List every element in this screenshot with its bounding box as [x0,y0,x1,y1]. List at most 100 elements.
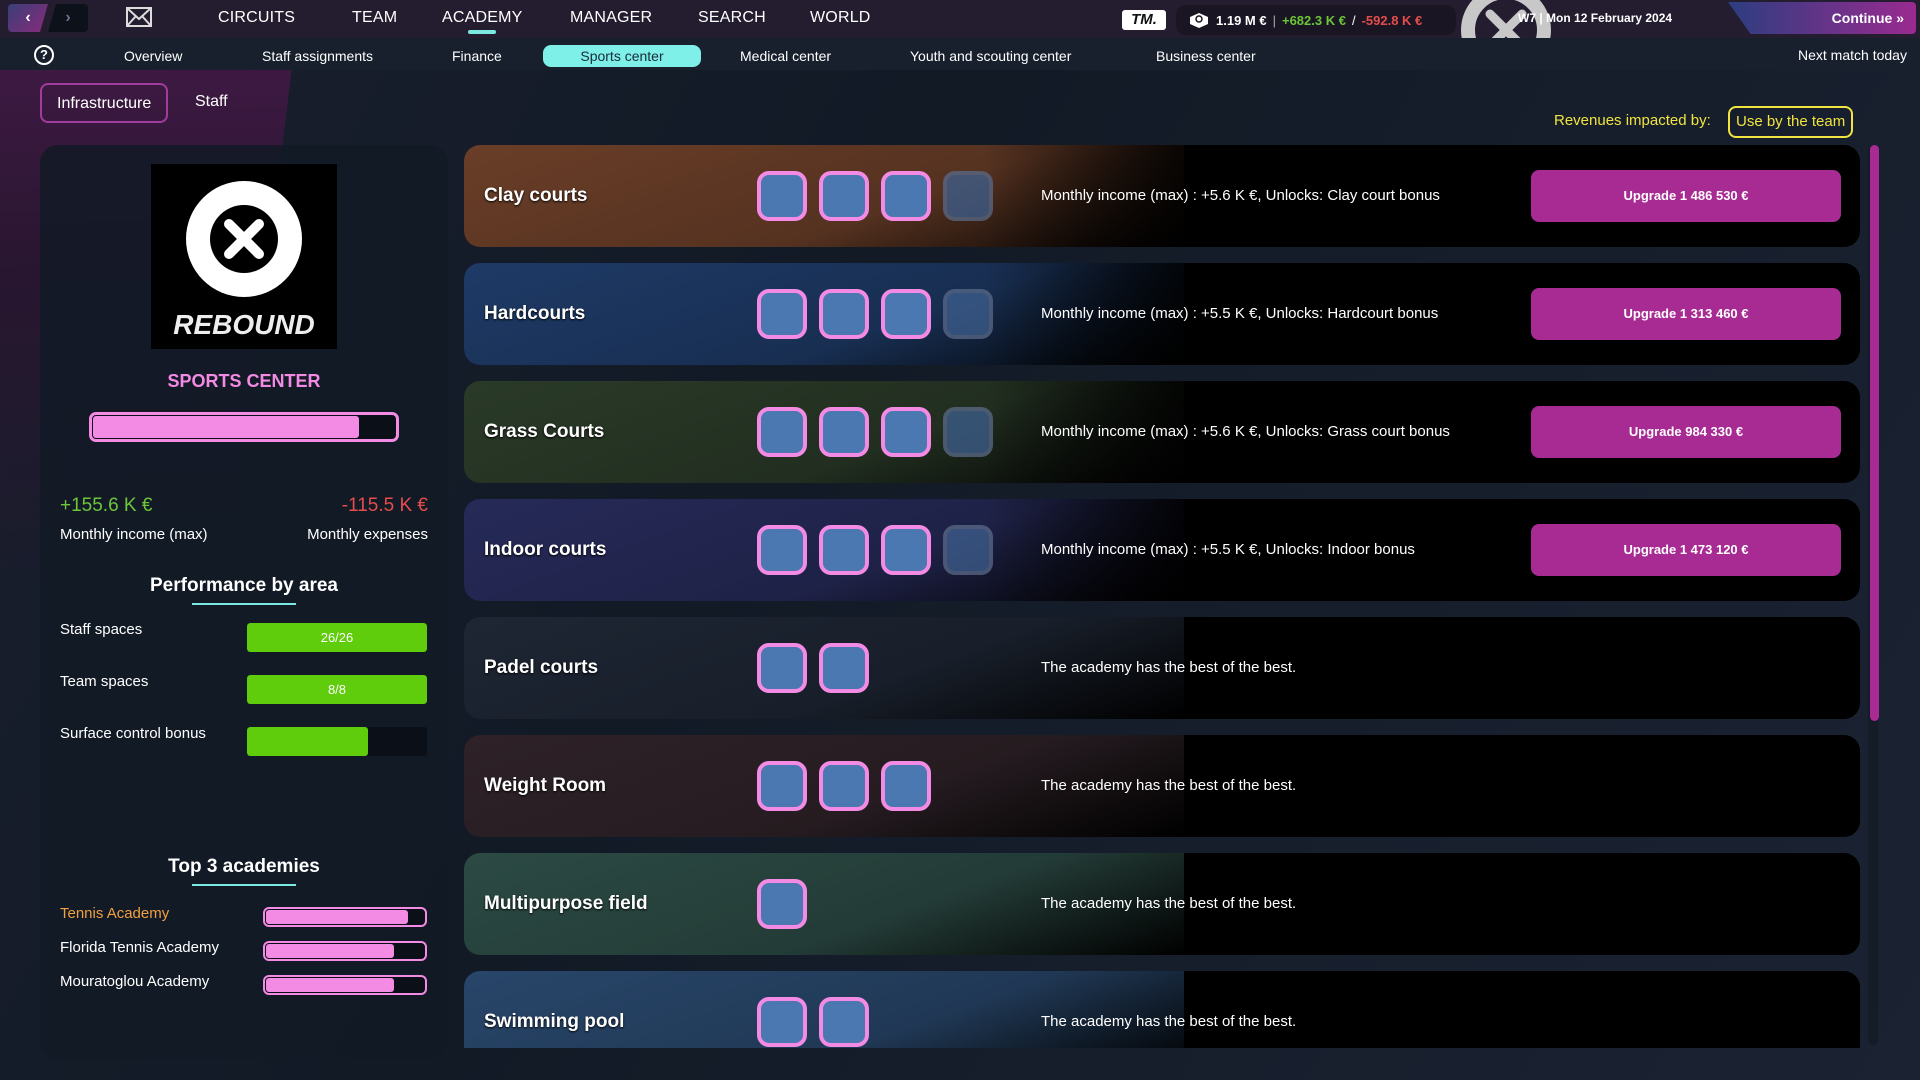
level-slot-empty [943,171,993,221]
monthly-income-value: +155.6 K € [60,495,153,516]
nav-search[interactable]: SEARCH [698,0,766,36]
continue-button[interactable]: Continue » [1728,2,1916,34]
subnav-finance[interactable]: Finance [452,45,502,67]
level-slot-filled [757,643,807,693]
subnav-sports-center[interactable]: Sports center [543,45,701,67]
subnav-business-center[interactable]: Business center [1156,45,1256,67]
facility-row: Swimming pool The academy has the best of… [464,971,1860,1048]
upgrade-button[interactable]: Upgrade 1 313 460 € [1531,288,1841,340]
level-slot-filled [819,525,869,575]
cash-icon [1190,13,1208,28]
level-slot-empty [943,289,993,339]
forward-button[interactable]: › [48,4,88,32]
upgrade-button[interactable]: Upgrade 984 330 € [1531,406,1841,458]
level-slot-filled [819,407,869,457]
academy-rating-bar [263,975,427,995]
academy-rating-fill [266,978,394,992]
academy-rating-bar [263,907,427,927]
mail-icon[interactable] [126,7,152,27]
facility-level-slots [757,643,869,693]
facility-description: Monthly income (max) : +5.6 K €, Unlocks… [1041,423,1450,440]
sports-center-panel: REBOUND SPORTS CENTER +155.6 K € -115.5 … [40,145,448,1059]
game-date: W7 | Mon 12 February 2024 [1518,11,1673,25]
expenses: -592.8 K € [1361,12,1423,28]
nav-world[interactable]: WORLD [810,0,871,36]
level-slot-filled [819,643,869,693]
upgrade-button[interactable]: Upgrade 1 473 120 € [1531,524,1841,576]
academy-rating-bar [263,941,427,961]
facility-description: The academy has the best of the best. [1041,1013,1297,1030]
balance: 1.19 M € [1216,12,1267,28]
nav-academy[interactable]: ACADEMY [442,0,523,36]
history-nav: ‹ › [8,4,88,32]
rebound-logo-icon: REBOUND [173,181,315,340]
facility-level-slots [757,407,993,457]
finance-summary: 1.19 M € | +682.3 K € / -592.8 K € [1176,5,1456,35]
level-slot-filled [757,997,807,1047]
next-match-status: Next match today [1798,47,1907,63]
facility-level-slots [757,289,993,339]
level-slot-filled [757,407,807,457]
subnav-medical-center[interactable]: Medical center [740,45,831,67]
level-slot-filled [819,997,869,1047]
performance-bar-value: 26/26 [320,630,354,645]
separator: | [1272,12,1276,28]
level-slot-filled [757,879,807,929]
facility-level-slots [757,171,993,221]
facility-level-slots [757,525,993,575]
academy-name: Florida Tennis Academy [60,939,219,956]
academy-name: Tennis Academy [60,905,170,922]
revenues-label: Revenues impacted by: [1554,112,1711,129]
upgrade-button[interactable]: Upgrade 1 486 530 € [1531,170,1841,222]
level-slot-filled [881,289,931,339]
help-icon[interactable]: ? [34,45,54,65]
facility-description: The academy has the best of the best. [1041,895,1297,912]
level-slot-filled [881,525,931,575]
performance-bar-fill [247,727,368,756]
title-underline [192,884,296,886]
use-by-team-button[interactable]: Use by the team [1728,106,1854,138]
monthly-income-label: Monthly income (max) [60,526,208,543]
facility-level-slots [757,879,807,929]
facility-name: Multipurpose field [484,893,648,914]
facility-description: The academy has the best of the best. [1041,777,1297,794]
facility-name: Padel courts [484,657,599,678]
monthly-expenses-value: -115.5 K € [341,495,428,516]
academy-name: Mouratoglou Academy [60,973,210,990]
facility-name: Grass Courts [484,421,605,442]
level-slot-empty [943,407,993,457]
facility-name: Indoor courts [484,539,607,560]
level-slot-filled [819,171,869,221]
facility-row: Hardcourts Monthly income (max) : +5.5 K … [464,263,1860,365]
title-underline [192,603,296,605]
level-slot-filled [881,407,931,457]
level-bar-fill [93,416,359,438]
level-slot-filled [881,761,931,811]
facility-level-slots [757,761,931,811]
subnav-staff-assignments[interactable]: Staff assignments [262,45,373,67]
level-slot-filled [819,761,869,811]
facility-title: SPORTS CENTER [167,371,321,391]
level-slot-filled [757,761,807,811]
facility-row: Indoor courts Monthly income (max) : +5.5… [464,499,1860,601]
tab-staff[interactable]: Staff [180,83,243,123]
performance-bar [247,727,427,756]
tab-infrastructure[interactable]: Infrastructure [40,83,169,123]
facilities-list: Clay courts Monthly income (max) : +5.6 K… [464,145,1860,1048]
scrollbar-thumb[interactable] [1870,145,1879,721]
nav-circuits[interactable]: CIRCUITS [218,0,295,36]
level-slot-filled [757,289,807,339]
facility-name: Clay courts [484,185,588,206]
academy-rating-fill [266,944,394,958]
academies-title: Top 3 academies [168,856,320,877]
performance-bar: 8/8 [247,675,427,704]
performance-label: Staff spaces [60,621,143,638]
subnav-youth-and-scouting-center[interactable]: Youth and scouting center [910,45,1071,67]
subnav-overview[interactable]: Overview [124,45,182,67]
nav-manager[interactable]: MANAGER [570,0,652,36]
tm-logo: TM. [1122,10,1166,30]
level-slot-empty [943,525,993,575]
facility-level-slots [757,997,869,1047]
nav-team[interactable]: TEAM [352,0,397,36]
back-button[interactable]: ‹ [8,4,48,32]
